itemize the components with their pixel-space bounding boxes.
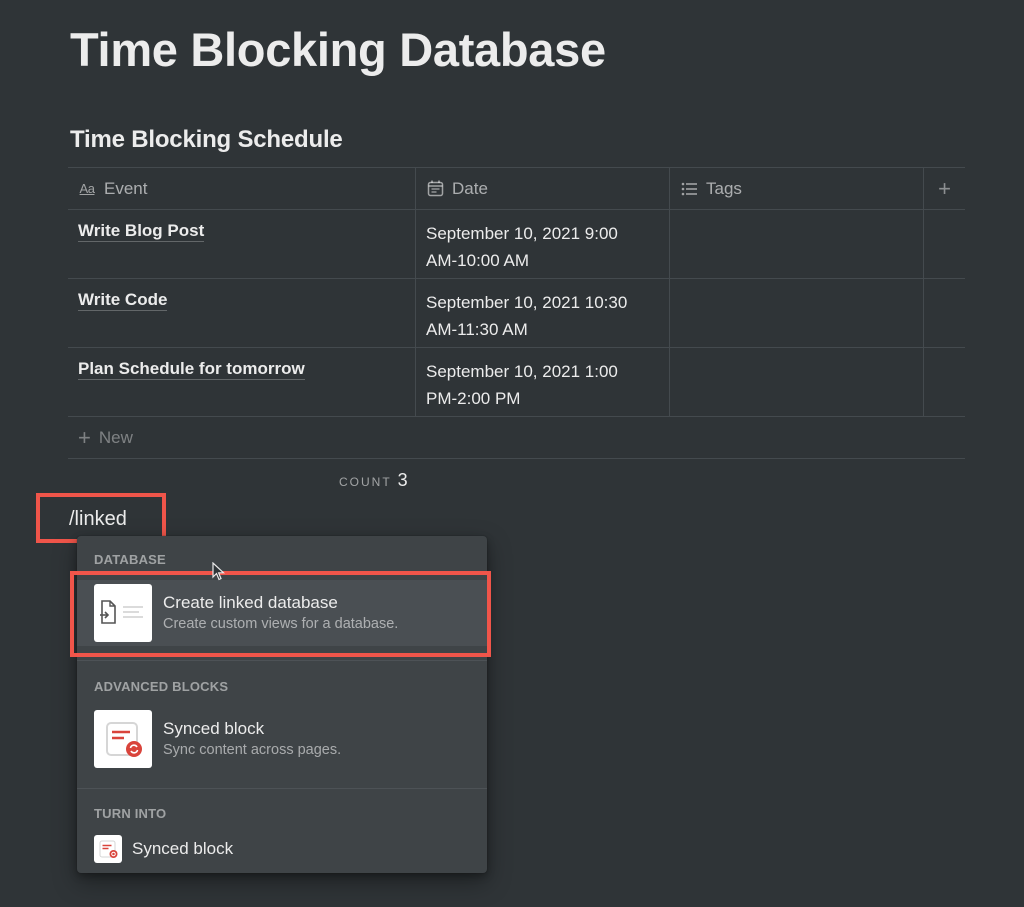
column-header-label: Tags — [706, 178, 742, 198]
menu-divider — [77, 788, 487, 789]
date-line: PM-2:00 PM — [426, 389, 521, 408]
calendar-icon — [426, 180, 444, 198]
new-label: New — [98, 427, 133, 447]
table-header-row: Aa Event Date Tags + — [68, 168, 965, 210]
count-label: COUNT — [339, 475, 392, 489]
synced-block-icon — [94, 710, 152, 768]
table-row[interactable]: Plan Schedule for tomorrow September 10,… — [68, 348, 965, 417]
empty-cell — [924, 348, 965, 416]
tags-cell[interactable] — [670, 348, 924, 416]
menu-item-synced-block[interactable]: Synced block Sync content across pages. — [77, 706, 487, 772]
event-title[interactable]: Write Blog Post — [78, 220, 205, 242]
table-row[interactable]: Write Blog Post September 10, 2021 9:00 A… — [68, 210, 965, 279]
column-header-tags[interactable]: Tags — [670, 168, 924, 209]
section-label-turn-into: TURN INTO — [94, 806, 167, 821]
date-cell[interactable]: September 10, 2021 9:00 AM-10:00 AM — [416, 210, 670, 278]
event-cell[interactable]: Plan Schedule for tomorrow — [68, 348, 416, 416]
event-cell[interactable]: Write Code — [68, 279, 416, 347]
empty-cell — [924, 210, 965, 278]
add-property-button[interactable]: + — [924, 168, 965, 209]
column-header-event[interactable]: Aa Event — [68, 168, 416, 209]
date-line: September 10, 2021 10:30 — [426, 293, 628, 312]
tags-cell[interactable] — [670, 210, 924, 278]
database-table: Aa Event Date Tags + Write Blog Post Sep… — [68, 167, 965, 459]
menu-divider — [77, 660, 487, 661]
menu-item-turn-into-synced-block[interactable]: Synced block — [77, 833, 487, 865]
menu-item-description: Sync content across pages. — [163, 742, 342, 758]
menu-item-title: Synced block — [163, 719, 265, 738]
event-title[interactable]: Write Code — [78, 289, 168, 311]
date-line: AM-10:00 AM — [426, 251, 529, 270]
database-title[interactable]: Time Blocking Schedule — [70, 126, 343, 154]
count-calculation[interactable]: COUNT 3 — [339, 470, 408, 491]
list-icon — [680, 180, 698, 198]
date-line: September 10, 2021 1:00 — [426, 362, 618, 381]
table-row[interactable]: Write Code September 10, 2021 10:30 AM-11… — [68, 279, 965, 348]
empty-cell — [924, 279, 965, 347]
column-header-date[interactable]: Date — [416, 168, 670, 209]
date-line: AM-11:30 AM — [426, 320, 528, 339]
menu-item-title: Synced block — [132, 839, 234, 858]
plus-icon: + — [78, 424, 91, 450]
date-cell[interactable]: September 10, 2021 1:00 PM-2:00 PM — [416, 348, 670, 416]
page-title: Time Blocking Database — [70, 23, 606, 76]
text-property-icon: Aa — [79, 181, 95, 196]
count-value: 3 — [397, 470, 408, 490]
notion-page: Time Blocking Database Time Blocking Sch… — [0, 0, 1024, 907]
column-header-label: Date — [452, 178, 488, 198]
date-line: September 10, 2021 9:00 — [426, 224, 618, 243]
mouse-cursor-icon — [212, 561, 226, 587]
column-header-label: Event — [104, 178, 148, 198]
tags-cell[interactable] — [670, 279, 924, 347]
plus-icon: + — [938, 175, 951, 201]
section-label-advanced-blocks: ADVANCED BLOCKS — [94, 679, 229, 694]
section-label-database: DATABASE — [94, 552, 166, 567]
date-cell[interactable]: September 10, 2021 10:30 AM-11:30 AM — [416, 279, 670, 347]
event-cell[interactable]: Write Blog Post — [68, 210, 416, 278]
synced-block-icon — [94, 835, 122, 863]
new-row-button[interactable]: + New — [68, 417, 965, 459]
event-title[interactable]: Plan Schedule for tomorrow — [78, 358, 305, 380]
highlight-box-selected-item — [70, 571, 491, 657]
